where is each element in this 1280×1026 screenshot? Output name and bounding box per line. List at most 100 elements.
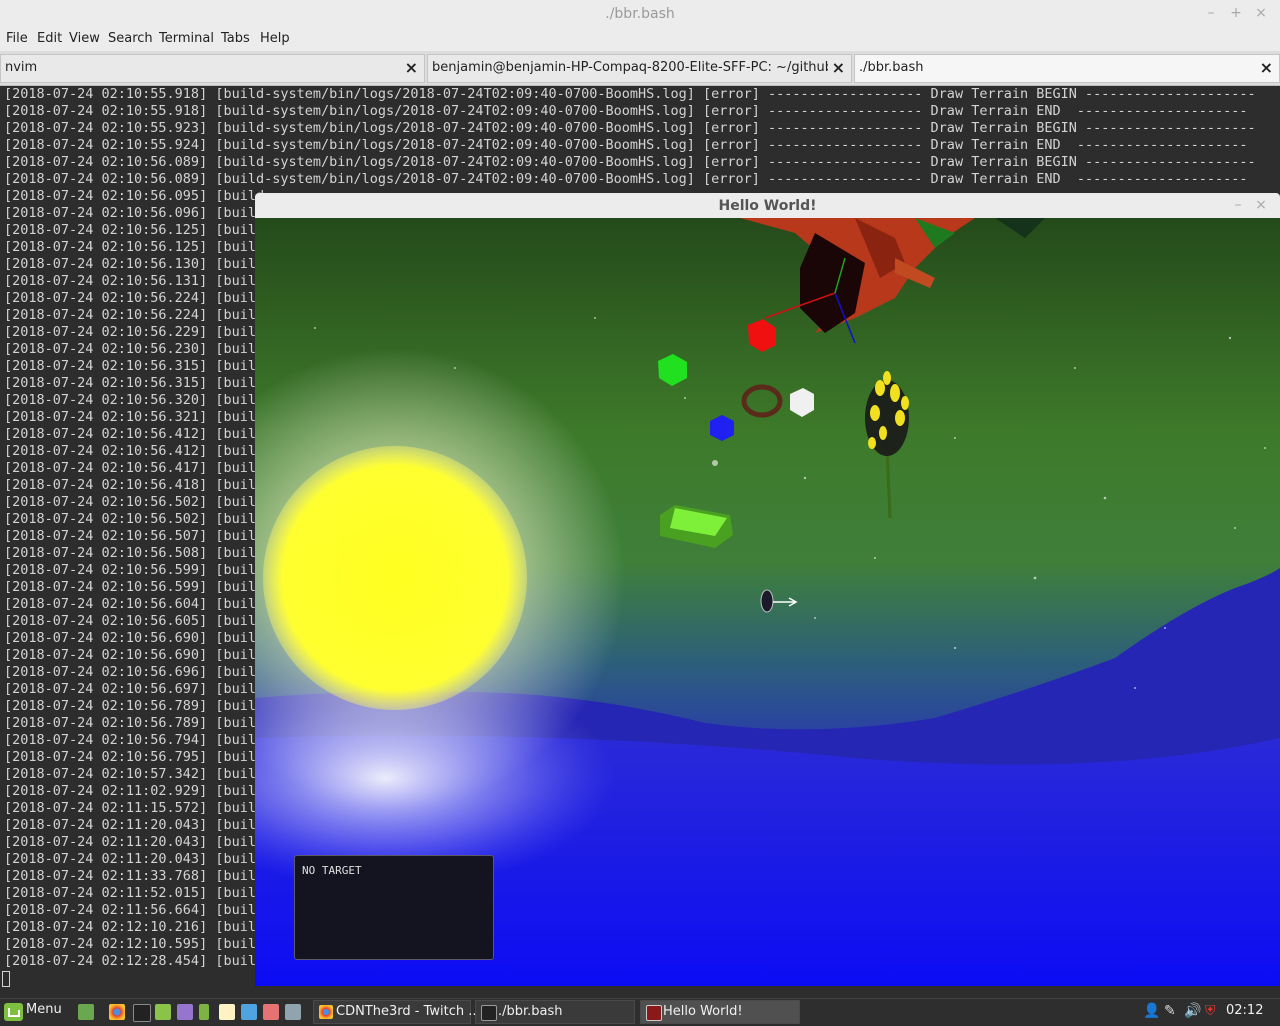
tab-bbr-bash[interactable]: ./bbr.bash × xyxy=(854,54,1280,83)
menu-edit[interactable]: Edit xyxy=(37,31,62,46)
log-line: [2018-07-24 02:10:56.412] [build xyxy=(4,426,265,442)
log-line: [2018-07-24 02:10:56.599] [build xyxy=(4,579,265,595)
tab-label: benjamin@benjamin-HP-Compaq-8200-Elite-S… xyxy=(432,60,828,75)
log-line: [2018-07-24 02:10:56.417] [build xyxy=(4,460,265,476)
files-icon[interactable] xyxy=(155,1004,171,1020)
task-hello-world[interactable]: Hello World! xyxy=(640,1000,800,1024)
start-menu-label[interactable]: Menu xyxy=(26,1002,62,1017)
close-button[interactable]: × xyxy=(1253,5,1269,21)
taskbar: Menu CDNThe3rd - Twitch ... ./bbr.bash H… xyxy=(0,998,1280,1025)
log-line: [2018-07-24 02:10:56.229] [build xyxy=(4,324,265,340)
tab-bar: nvim × benjamin@benjamin-HP-Compaq-8200-… xyxy=(0,51,1280,86)
settings-icon[interactable] xyxy=(241,1004,257,1020)
log-line: [2018-07-24 02:10:56.320] [build xyxy=(4,392,265,408)
log-line: [2018-07-24 02:10:56.507] [build xyxy=(4,528,265,544)
log-line: [2018-07-24 02:10:56.224] [build xyxy=(4,290,265,306)
log-line: [2018-07-24 02:12:28.454] [build xyxy=(4,953,265,969)
maximize-button[interactable]: + xyxy=(1228,5,1244,21)
terminal-icon xyxy=(481,1005,497,1021)
log-line: [2018-07-24 02:10:56.096] [build xyxy=(4,205,265,221)
chrome-icon xyxy=(319,1005,333,1019)
menu-file[interactable]: File xyxy=(6,31,28,46)
game-titlebar[interactable]: Hello World! – × xyxy=(255,193,1280,218)
terminal-cursor xyxy=(2,971,10,987)
log-line: [2018-07-24 02:10:56.130] [build xyxy=(4,256,265,272)
sun xyxy=(263,446,527,710)
terminal-window-title: ./bbr.bash xyxy=(605,6,675,22)
log-line: [2018-07-24 02:10:56.697] [build xyxy=(4,681,265,697)
volume-icon[interactable]: 🔊 xyxy=(1184,1003,1201,1019)
log-line: [2018-07-24 02:11:20.043] [build xyxy=(4,817,265,833)
close-icon[interactable]: × xyxy=(832,58,845,77)
menu-help[interactable]: Help xyxy=(260,31,290,46)
tab-label: nvim xyxy=(5,60,38,75)
terminal-icon[interactable] xyxy=(133,1004,151,1022)
browser-icon[interactable] xyxy=(263,1004,279,1020)
log-line: [2018-07-24 02:10:55.918] [build-system/… xyxy=(4,86,1256,102)
log-line: [2018-07-24 02:10:56.599] [build xyxy=(4,562,265,578)
log-line: [2018-07-24 02:10:56.321] [build xyxy=(4,409,265,425)
log-line: [2018-07-24 02:10:56.795] [build xyxy=(4,749,265,765)
log-line: [2018-07-24 02:10:56.789] [build xyxy=(4,698,265,714)
log-line: [2018-07-24 02:10:56.502] [build xyxy=(4,494,265,510)
log-line: [2018-07-24 02:11:33.768] [build xyxy=(4,868,265,884)
minimize-button[interactable]: – xyxy=(1203,5,1219,21)
mint-logo-icon xyxy=(4,1003,23,1021)
target-status: NO TARGET xyxy=(302,864,362,877)
log-line: [2018-07-24 02:10:56.604] [build xyxy=(4,596,265,612)
log-line: [2018-07-24 02:10:57.342] [build xyxy=(4,766,265,782)
app-launcher-icon[interactable] xyxy=(285,1004,301,1020)
log-line: [2018-07-24 02:11:52.015] [build xyxy=(4,885,265,901)
close-icon[interactable]: × xyxy=(1260,58,1273,77)
menu-view[interactable]: View xyxy=(69,31,100,46)
network-icon[interactable]: ✎ xyxy=(1164,1003,1176,1019)
log-line: [2018-07-24 02:10:56.508] [build xyxy=(4,545,265,561)
target-panel: NO TARGET xyxy=(294,855,494,960)
menu-bar: File Edit View Search Terminal Tabs Help xyxy=(0,29,1280,51)
close-icon[interactable]: × xyxy=(405,58,418,77)
close-button[interactable]: × xyxy=(1253,197,1269,213)
app-window-icon xyxy=(646,1005,662,1021)
log-line: [2018-07-24 02:10:56.095] [build xyxy=(4,188,265,204)
log-line: [2018-07-24 02:10:56.315] [build xyxy=(4,358,265,374)
log-line: [2018-07-24 02:10:56.125] [build xyxy=(4,239,265,255)
log-line: [2018-07-24 02:10:56.315] [build xyxy=(4,375,265,391)
terminal-titlebar[interactable]: ./bbr.bash – + × xyxy=(0,0,1280,29)
start-menu-button[interactable] xyxy=(4,1002,24,1022)
task-twitch[interactable]: CDNThe3rd - Twitch ... xyxy=(313,1000,481,1024)
log-line: [2018-07-24 02:10:55.918] [build-system/… xyxy=(4,103,1248,119)
tab-boomhs[interactable]: benjamin@benjamin-HP-Compaq-8200-Elite-S… xyxy=(427,54,852,83)
task-label: ./bbr.bash xyxy=(498,1004,563,1019)
notes-icon[interactable] xyxy=(219,1004,235,1020)
tab-nvim[interactable]: nvim × xyxy=(0,54,425,83)
log-line: [2018-07-24 02:10:55.923] [build-system/… xyxy=(4,120,1256,136)
log-line: [2018-07-24 02:11:20.043] [build xyxy=(4,834,265,850)
menu-search[interactable]: Search xyxy=(108,31,153,46)
clock[interactable]: 02:12 xyxy=(1226,1003,1263,1018)
log-line: [2018-07-24 02:10:56.125] [build xyxy=(4,222,265,238)
log-line: [2018-07-24 02:11:56.664] [build xyxy=(4,902,265,918)
show-desktop-icon[interactable] xyxy=(78,1004,94,1020)
task-label: CDNThe3rd - Twitch ... xyxy=(336,1004,481,1019)
menu-terminal[interactable]: Terminal xyxy=(159,31,214,46)
minimize-button[interactable]: – xyxy=(1230,197,1246,213)
game-window-title: Hello World! xyxy=(718,198,817,214)
chrome-icon[interactable] xyxy=(109,1004,125,1020)
log-line: [2018-07-24 02:11:02.929] [build xyxy=(4,783,265,799)
update-shield-icon[interactable]: ⛨ xyxy=(1205,1003,1216,1019)
log-line: [2018-07-24 02:12:10.216] [build xyxy=(4,919,265,935)
battery-app-icon[interactable] xyxy=(199,1004,209,1020)
task-label: Hello World! xyxy=(663,1004,743,1019)
menu-tabs[interactable]: Tabs xyxy=(221,31,250,46)
log-line: [2018-07-24 02:10:56.412] [build xyxy=(4,443,265,459)
game-viewport[interactable]: NO TARGET xyxy=(255,218,1280,986)
log-line: [2018-07-24 02:10:56.089] [build-system/… xyxy=(4,171,1248,187)
task-terminal[interactable]: ./bbr.bash xyxy=(475,1000,635,1024)
log-line: [2018-07-24 02:10:56.131] [build xyxy=(4,273,265,289)
log-line: [2018-07-24 02:12:10.595] [build xyxy=(4,936,265,952)
image-viewer-icon[interactable] xyxy=(177,1004,193,1020)
log-line: [2018-07-24 02:10:55.924] [build-system/… xyxy=(4,137,1248,153)
log-line: [2018-07-24 02:10:56.089] [build-system/… xyxy=(4,154,1256,170)
log-line: [2018-07-24 02:10:56.696] [build xyxy=(4,664,265,680)
user-icon[interactable]: 👤 xyxy=(1143,1003,1160,1019)
